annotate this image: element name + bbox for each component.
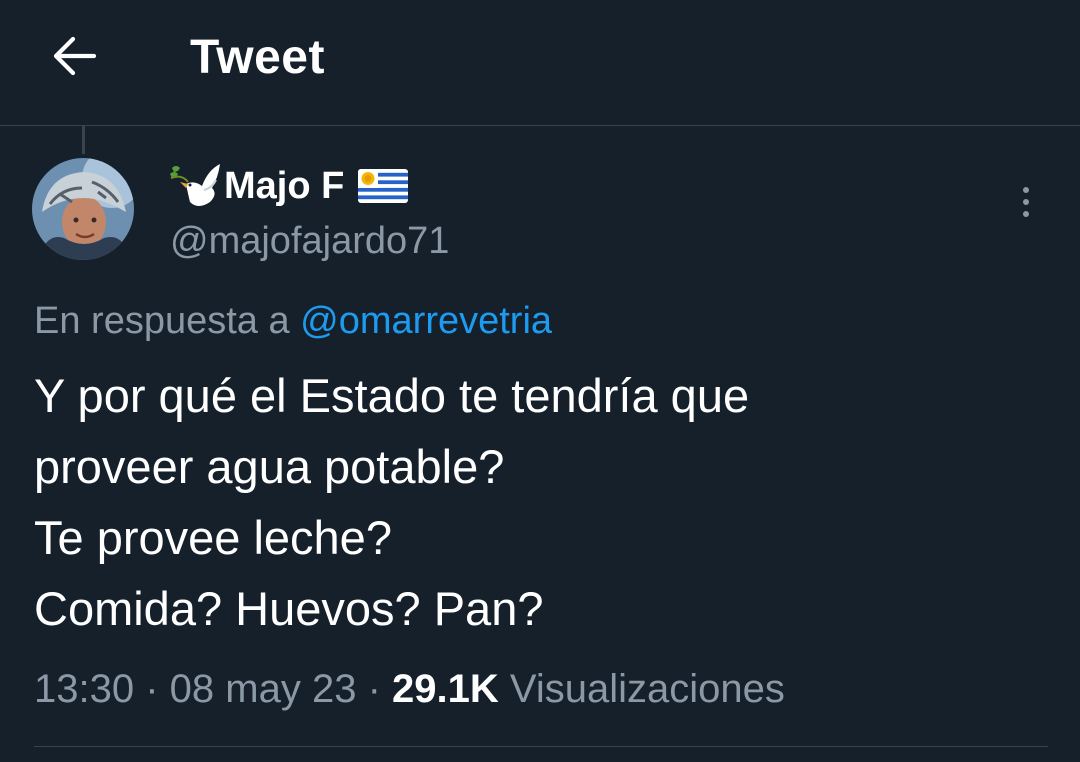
display-name[interactable]: Majo F: [168, 158, 409, 214]
more-options-button[interactable]: [1008, 178, 1044, 226]
tweet-date[interactable]: 08 may 23: [170, 667, 357, 711]
app-header: Tweet: [0, 0, 1080, 126]
tweet-line: Y por qué el Estado te tendría que: [34, 369, 750, 422]
tweet-line: Comida? Huevos? Pan?: [34, 582, 544, 635]
display-name-text: Majo F: [224, 164, 345, 207]
back-button[interactable]: [44, 28, 104, 84]
page-title: Tweet: [190, 31, 325, 84]
tweet-text: Y por qué el Estado te tendría que prove…: [34, 360, 1054, 644]
uruguay-flag-icon: [358, 169, 409, 203]
reply-context: En respuesta a @omarrevetria: [34, 296, 552, 346]
views-label: Visualizaciones: [509, 667, 785, 711]
divider: [34, 746, 1048, 747]
avatar-image: [32, 158, 134, 260]
reply-prefix: En respuesta a: [34, 300, 290, 342]
separator-dot: ·: [145, 667, 170, 711]
arrow-left-icon: [53, 36, 96, 76]
dove-emoji-icon: [170, 164, 220, 206]
more-dot-icon: [1023, 199, 1029, 205]
views-count[interactable]: 29.1K: [392, 667, 499, 711]
avatar[interactable]: [32, 158, 134, 260]
user-handle[interactable]: @majofajardo71: [170, 216, 449, 266]
tweet-line: proveer agua potable?: [34, 440, 505, 493]
reply-to-link[interactable]: @omarrevetria: [300, 300, 552, 342]
separator-dot: ·: [367, 667, 393, 711]
more-dot-icon: [1023, 211, 1029, 217]
thread-connector-line: [82, 126, 85, 154]
more-dot-icon: [1023, 187, 1029, 193]
tweet-line: Te provee leche?: [34, 511, 392, 564]
tweet-time[interactable]: 13:30: [34, 667, 134, 711]
tweet-metadata: 13:30 · 08 may 23 · 29.1K Visualizacione…: [34, 662, 785, 716]
